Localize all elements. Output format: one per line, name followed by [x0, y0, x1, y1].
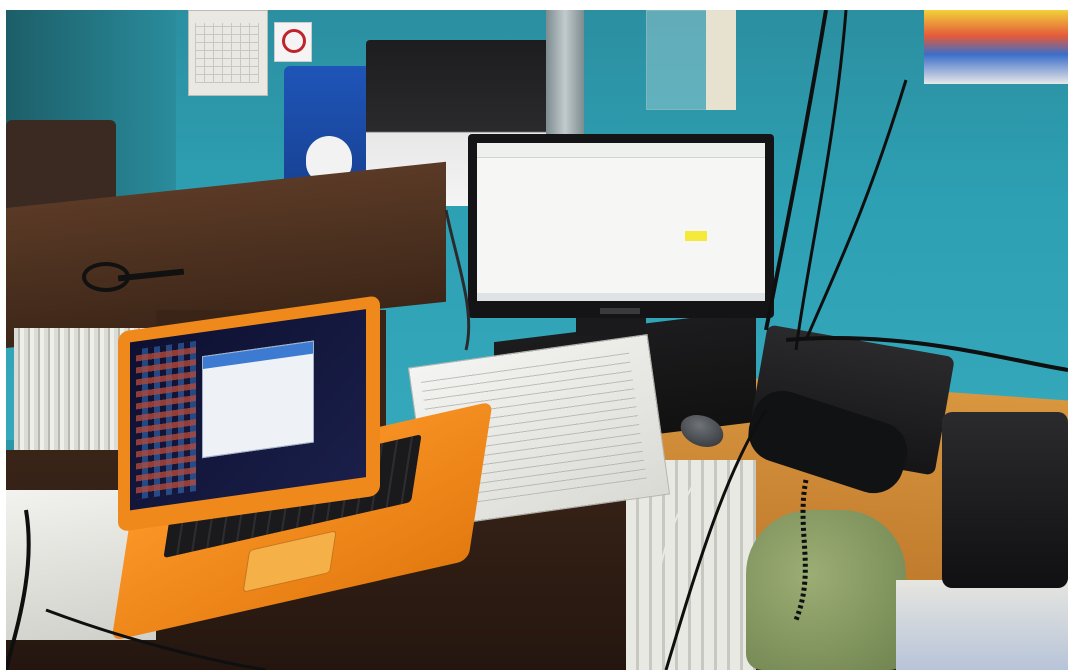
cable-6: [793, 479, 809, 621]
cable-8: [45, 608, 267, 670]
cable-1: [764, 10, 828, 331]
cable-bundle: [6, 10, 1068, 670]
cable-2: [794, 10, 848, 351]
cable-5: [664, 409, 768, 670]
cable-3: [804, 79, 908, 341]
cable-7: [6, 509, 31, 670]
office-desk-photo: [6, 10, 1068, 670]
cable-4: [785, 336, 1068, 372]
cable-10: [444, 209, 471, 351]
